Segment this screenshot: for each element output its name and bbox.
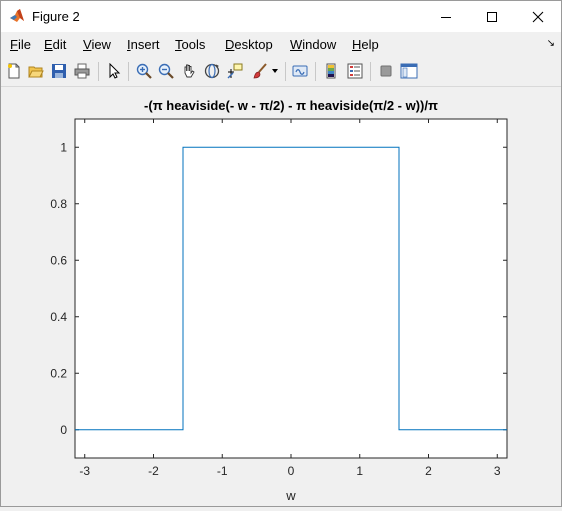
- hide-plot-tools-icon: [380, 65, 392, 77]
- save-button[interactable]: [49, 61, 69, 81]
- menu-view[interactable]: View: [83, 37, 111, 52]
- print-icon: [74, 63, 90, 79]
- edit-plot-button[interactable]: [104, 61, 124, 81]
- link-plot-icon: [292, 65, 308, 77]
- x-axis-label: w: [285, 488, 296, 503]
- x-tick-label: -3: [79, 464, 90, 478]
- minimize-button[interactable]: [423, 1, 469, 32]
- zoom-out-icon: [158, 63, 174, 79]
- x-tick-label: 1: [356, 464, 363, 478]
- figure-toolbar: [1, 57, 561, 87]
- maximize-button[interactable]: [469, 1, 515, 32]
- zoom-out-button[interactable]: [156, 61, 176, 81]
- menu-file[interactable]: File: [10, 37, 31, 52]
- y-tick-label: 0.6: [50, 253, 67, 267]
- y-tick-label: 0.2: [50, 366, 67, 380]
- save-icon: [52, 64, 66, 78]
- toolbar-separator: [370, 62, 371, 81]
- x-tick-label: -2: [148, 464, 159, 478]
- figure-canvas: -(π heaviside(- w - π/2) - π heaviside(π…: [1, 87, 561, 506]
- show-plot-tools-button[interactable]: [399, 61, 419, 81]
- open-file-button[interactable]: [26, 61, 46, 81]
- toolbar-separator: [315, 62, 316, 81]
- data-cursor-icon: [227, 63, 243, 79]
- brush-icon: [253, 63, 267, 79]
- toolbar-separator: [128, 62, 129, 81]
- toolbar-separator: [285, 62, 286, 81]
- title-bar[interactable]: Figure 2: [1, 1, 561, 32]
- print-button[interactable]: [72, 61, 92, 81]
- menu-insert[interactable]: Insert: [127, 37, 160, 52]
- pan-icon: [184, 64, 195, 78]
- pan-button[interactable]: [179, 61, 199, 81]
- insert-legend-button[interactable]: [345, 61, 365, 81]
- rotate-3d-icon: [204, 63, 220, 79]
- zoom-in-icon: [136, 63, 152, 79]
- window-title: Figure 2: [32, 9, 80, 24]
- link-plot-button[interactable]: [290, 61, 310, 81]
- plot-svg: -(π heaviside(- w - π/2) - π heaviside(π…: [50, 98, 508, 503]
- y-tick-label: 1: [60, 140, 67, 154]
- chevron-down-icon: [272, 69, 278, 73]
- y-tick-label: 0.4: [50, 310, 67, 324]
- show-plot-tools-icon: [400, 63, 418, 79]
- brush-button[interactable]: [250, 61, 270, 81]
- open-file-icon: [28, 66, 44, 78]
- minimize-icon: [441, 16, 451, 18]
- toolbar-separator: [98, 62, 99, 81]
- figure-window: Figure 2 File Edit View Insert Tools Des…: [0, 0, 562, 507]
- brush-options-dropdown[interactable]: [269, 61, 281, 81]
- axes-box[interactable]: [74, 118, 508, 459]
- pointer-icon: [109, 63, 121, 79]
- x-tick-label: 0: [288, 464, 295, 478]
- x-tick-label: 2: [425, 464, 432, 478]
- close-button[interactable]: [515, 1, 561, 32]
- chart-title: -(π heaviside(- w - π/2) - π heaviside(π…: [144, 98, 438, 113]
- x-tick-label: -1: [217, 464, 228, 478]
- menu-desktop[interactable]: Desktop: [225, 37, 273, 52]
- menu-edit[interactable]: Edit: [44, 37, 66, 52]
- rotate-3d-button[interactable]: [202, 61, 222, 81]
- new-figure-icon: [8, 63, 20, 79]
- menu-help[interactable]: Help: [352, 37, 379, 52]
- menu-tools[interactable]: Tools: [175, 37, 205, 52]
- x-tick-label: 3: [494, 464, 501, 478]
- insert-colorbar-button[interactable]: [322, 61, 342, 81]
- menu-window[interactable]: Window: [290, 37, 336, 52]
- y-tick-label: 0: [60, 423, 67, 437]
- close-icon: [532, 11, 544, 22]
- colorbar-icon: [326, 63, 336, 79]
- menu-dock-arrow-icon[interactable]: ↘: [547, 38, 555, 49]
- new-figure-button[interactable]: [4, 61, 24, 81]
- maximize-icon: [487, 11, 497, 22]
- zoom-in-button[interactable]: [134, 61, 154, 81]
- y-tick-label: 0.8: [50, 197, 67, 211]
- matlab-logo-icon: [10, 9, 24, 22]
- legend-icon: [347, 63, 363, 79]
- data-cursor-button[interactable]: [225, 61, 245, 81]
- menu-bar: File Edit View Insert Tools Desktop Wind…: [1, 32, 561, 57]
- hide-plot-tools-button[interactable]: [376, 61, 396, 81]
